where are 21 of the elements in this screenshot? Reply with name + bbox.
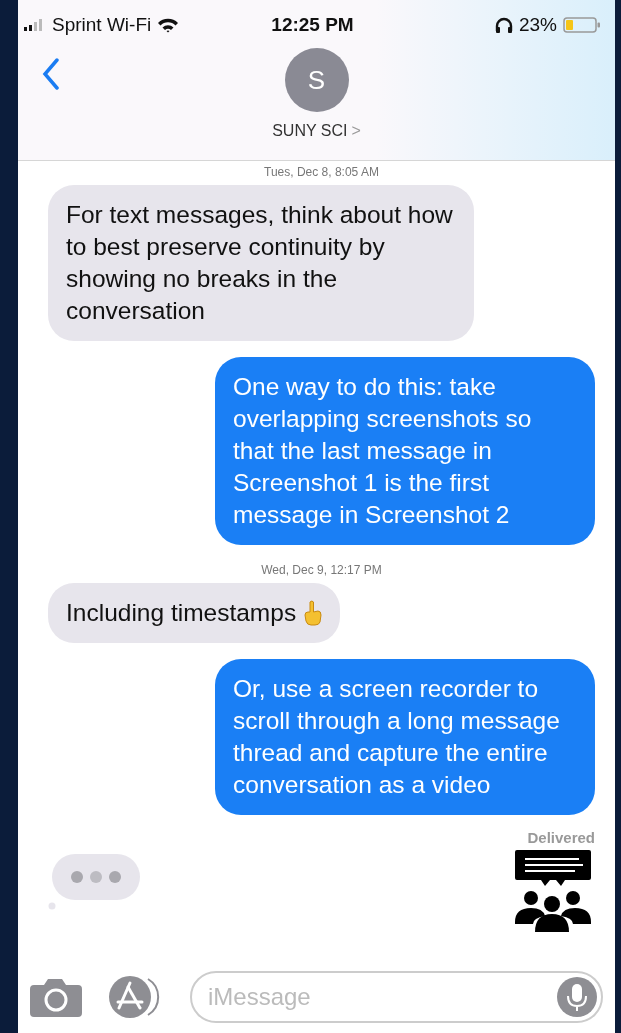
battery-percent: 23% xyxy=(518,14,557,36)
microphone-icon[interactable] xyxy=(557,977,597,1017)
received-message: Including timestamps xyxy=(48,583,341,643)
back-icon[interactable] xyxy=(42,58,60,90)
clock-time: 12:25 PM xyxy=(271,14,354,36)
carrier-name: Sprint Wi-Fi xyxy=(52,14,152,36)
timestamp: Tues, Dec 8, 8:05 AM xyxy=(263,165,380,179)
contact-name[interactable]: SUNY SCI xyxy=(272,122,348,140)
group-chat-icon xyxy=(515,850,591,932)
delivery-status: Delivered xyxy=(526,829,595,846)
contact-avatar[interactable]: S xyxy=(284,48,349,112)
message-input[interactable]: iMessage xyxy=(190,971,603,1023)
chevron-icon[interactable]: > xyxy=(351,122,361,140)
sent-message: One way to do this: take overlapping screenshots so that the last message in Screenshot 1 is the first message in Screenshot 2 xyxy=(215,357,595,545)
headphones-icon xyxy=(494,17,513,33)
camera-icon[interactable] xyxy=(30,977,82,1017)
wifi-icon xyxy=(157,17,180,33)
battery-icon xyxy=(563,17,601,33)
timestamp: Wed, Dec 9, 12:17 PM xyxy=(260,563,383,577)
received-message: For text messages, think about how to best preserve continuity by showing no breaks in the conversation xyxy=(48,185,474,341)
sent-message: Or, use a screen recorder to scroll through a long message thread and capture the entire conversation as a video xyxy=(215,659,595,815)
